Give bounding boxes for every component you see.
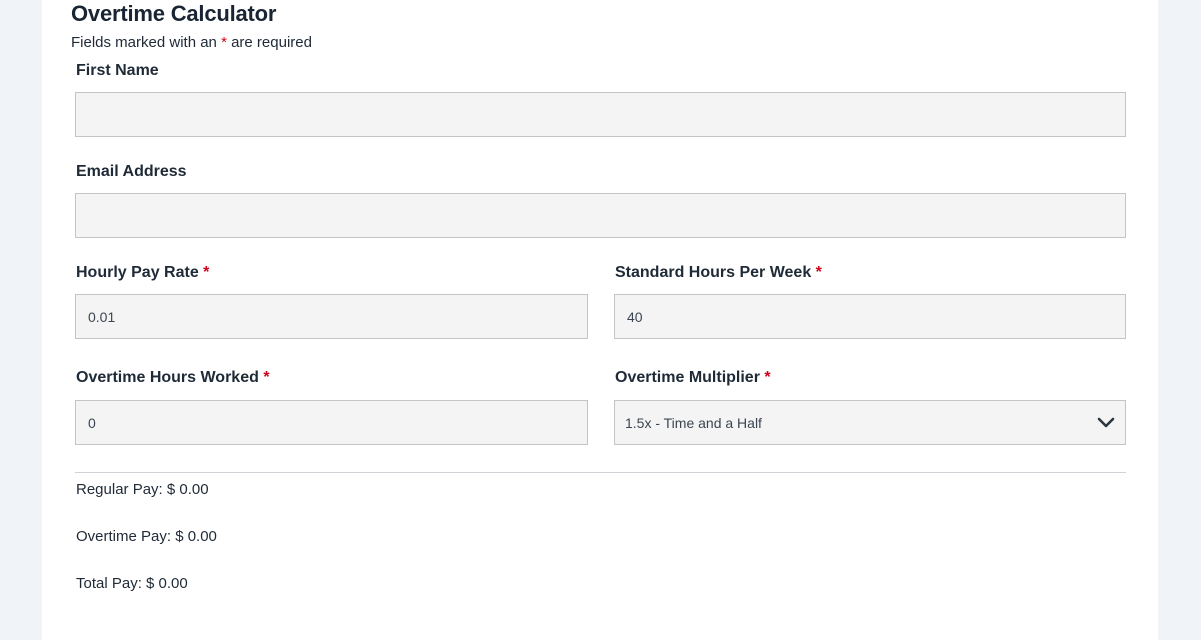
standard-hours-required-marker: *: [815, 264, 822, 281]
multiplier-select[interactable]: 1.5x - Time and a Half: [614, 400, 1126, 445]
email-label-text: Email Address: [76, 163, 187, 180]
multiplier-selected-value: 1.5x - Time and a Half: [625, 414, 762, 431]
email-label: Email Address: [76, 163, 187, 181]
first-name-label: First Name: [76, 62, 159, 80]
multiplier-label-text: Overtime Multiplier: [615, 369, 760, 386]
overtime-hours-required-marker: *: [263, 369, 270, 386]
multiplier-label: Overtime Multiplier *: [615, 369, 771, 387]
hourly-rate-label: Hourly Pay Rate *: [76, 264, 209, 282]
first-name-label-text: First Name: [76, 62, 159, 79]
first-name-input[interactable]: [75, 92, 1126, 137]
email-input[interactable]: [75, 193, 1126, 238]
required-note-prefix: Fields marked with an: [71, 34, 222, 51]
required-note-suffix: are required: [226, 34, 312, 51]
overtime-hours-label: Overtime Hours Worked *: [76, 369, 270, 387]
hourly-rate-label-text: Hourly Pay Rate: [76, 264, 199, 281]
hourly-rate-input[interactable]: [75, 294, 588, 339]
regular-pay-text: Regular Pay: $ 0.00: [76, 481, 209, 498]
overtime-pay-text: Overtime Pay: $ 0.00: [76, 528, 217, 545]
standard-hours-input[interactable]: [614, 294, 1126, 339]
form-title: Overtime Calculator: [71, 1, 277, 26]
overtime-hours-input[interactable]: [75, 400, 588, 445]
required-note: Fields marked with an * are required: [71, 34, 312, 51]
standard-hours-label-text: Standard Hours Per Week: [615, 264, 812, 281]
overtime-hours-label-text: Overtime Hours Worked: [76, 369, 259, 386]
total-pay-text: Total Pay: $ 0.00: [76, 575, 188, 592]
multiplier-required-marker: *: [764, 369, 771, 386]
chevron-down-icon: [1097, 417, 1115, 429]
hourly-rate-required-marker: *: [203, 264, 210, 281]
results-divider: [75, 472, 1126, 473]
standard-hours-label: Standard Hours Per Week *: [615, 264, 822, 282]
form-card: Overtime Calculator Fields marked with a…: [42, 0, 1158, 640]
